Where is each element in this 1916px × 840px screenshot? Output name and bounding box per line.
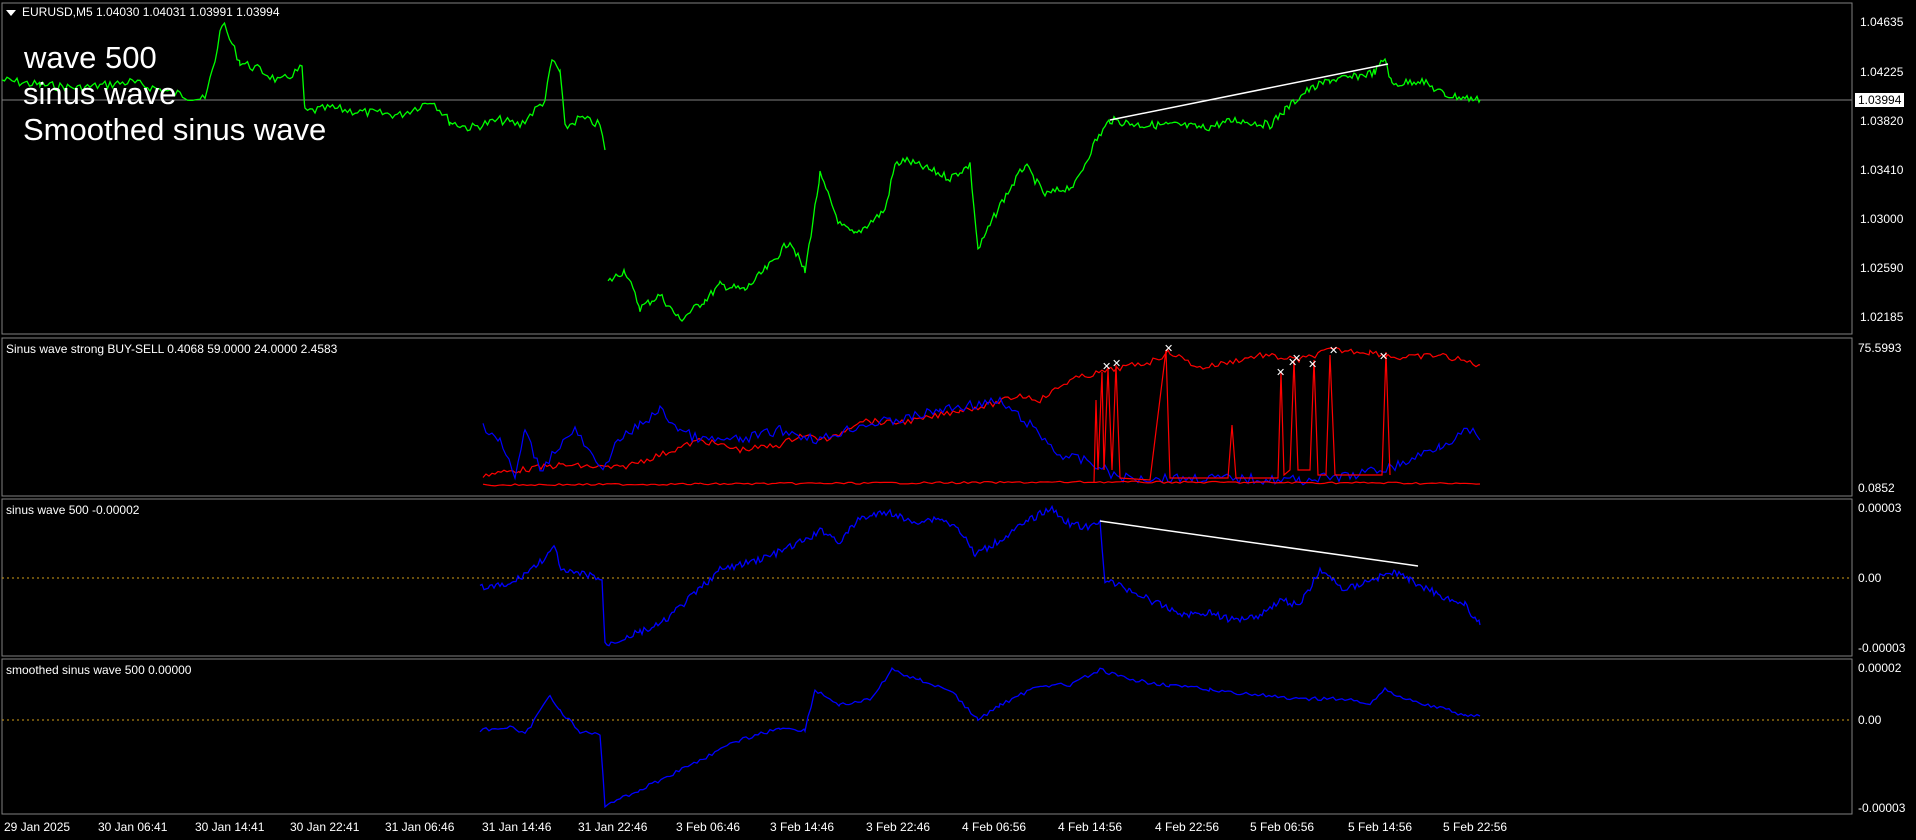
current-price-badge: 1.03994 bbox=[1855, 93, 1905, 107]
indicator3-title[interactable]: smoothed sinus wave 500 0.00000 bbox=[6, 663, 191, 677]
signal-markers: ✕ ✕✕✕✕✕ ✕✕ ✕ bbox=[1102, 343, 1388, 379]
time-axis-label: 5 Feb 22:56 bbox=[1443, 820, 1508, 834]
signal-x-marker: ✕ bbox=[1112, 358, 1121, 370]
price-series-line-part2 bbox=[607, 57, 1481, 322]
smoothed-sinus-wave-line bbox=[479, 667, 1481, 809]
time-axis-label: 4 Feb 22:56 bbox=[1155, 820, 1220, 834]
indicator3-tick-low: -0.00003 bbox=[1858, 801, 1906, 815]
signal-x-marker: ✕ bbox=[1308, 359, 1317, 371]
indicator2-title[interactable]: sinus wave 500 -0.00002 bbox=[6, 503, 139, 517]
symbol-header-text: EURUSD,M5 1.04030 1.04031 1.03991 1.0399… bbox=[22, 5, 280, 19]
main-pane-frame bbox=[1, 2, 1853, 335]
signal-x-marker: ✕ bbox=[1102, 361, 1111, 373]
strength-red-base-line bbox=[482, 480, 1481, 487]
signal-x-marker: ✕ bbox=[1379, 351, 1388, 363]
price-tick: 1.02185 bbox=[1860, 310, 1904, 324]
price-tick: 1.03820 bbox=[1860, 114, 1904, 128]
signal-x-marker: ✕ bbox=[1292, 353, 1301, 365]
time-axis-label: 4 Feb 14:56 bbox=[1058, 820, 1123, 834]
time-axis-label: 5 Feb 06:56 bbox=[1250, 820, 1315, 834]
price-tick: 1.03410 bbox=[1860, 163, 1904, 177]
indicator2-tick-low: -0.00003 bbox=[1858, 641, 1906, 655]
time-axis-label: 30 Jan 06:41 bbox=[98, 820, 168, 834]
indicator1-title[interactable]: Sinus wave strong BUY-SELL 0.4068 59.000… bbox=[6, 342, 337, 356]
signal-x-marker: ✕ bbox=[1276, 367, 1285, 379]
dropdown-triangle-icon[interactable] bbox=[6, 9, 16, 16]
signal-x-marker: ✕ bbox=[1329, 345, 1338, 357]
indicator3-tick-high: 0.00002 bbox=[1858, 661, 1902, 675]
time-axis-label: 5 Feb 14:56 bbox=[1348, 820, 1413, 834]
time-axis-label: 30 Jan 22:41 bbox=[290, 820, 360, 834]
indicator2-tick-zero: 0.00 bbox=[1858, 571, 1882, 585]
indicator1-tick-low: 0.0852 bbox=[1858, 481, 1895, 495]
time-axis-label: 3 Feb 22:46 bbox=[866, 820, 931, 834]
time-axis-label: 31 Jan 14:46 bbox=[482, 820, 552, 834]
time-axis-label: 30 Jan 14:41 bbox=[195, 820, 265, 834]
time-axis-label: 31 Jan 22:46 bbox=[578, 820, 648, 834]
overlay-line-2: sinus wave bbox=[23, 76, 177, 111]
sinus-wave-line bbox=[479, 504, 1481, 647]
price-tick: 1.02590 bbox=[1860, 261, 1904, 275]
time-axis-label: 31 Jan 06:46 bbox=[385, 820, 455, 834]
indicator1-tick-high: 75.5993 bbox=[1858, 341, 1902, 355]
symbol-header[interactable]: EURUSD,M5 1.04030 1.04031 1.03991 1.0399… bbox=[6, 5, 280, 19]
overlay-line-1: wave 500 bbox=[24, 40, 157, 75]
strength-blue-line bbox=[482, 396, 1481, 486]
indicator3-tick-zero: 0.00 bbox=[1858, 713, 1882, 727]
price-tick: 1.03000 bbox=[1860, 212, 1904, 226]
price-tick: 1.04635 bbox=[1860, 15, 1904, 29]
strength-red-spikes bbox=[1093, 349, 1391, 483]
time-axis-label: 3 Feb 14:46 bbox=[770, 820, 835, 834]
price-trendline[interactable] bbox=[1109, 63, 1389, 121]
signal-x-marker: ✕ bbox=[1164, 343, 1173, 355]
time-axis-label: 29 Jan 2025 bbox=[4, 820, 71, 834]
indicator2-tick-high: 0.00003 bbox=[1858, 501, 1902, 515]
price-tick: 1.04225 bbox=[1860, 65, 1904, 79]
indicator1-pane-frame bbox=[1, 337, 1853, 497]
overlay-line-3: Smoothed sinus wave bbox=[23, 112, 327, 147]
indicator3-pane-frame bbox=[1, 658, 1853, 815]
time-axis-label: 3 Feb 06:46 bbox=[676, 820, 741, 834]
time-axis-label: 4 Feb 06:56 bbox=[962, 820, 1027, 834]
sinus-trendline[interactable] bbox=[1099, 520, 1419, 567]
